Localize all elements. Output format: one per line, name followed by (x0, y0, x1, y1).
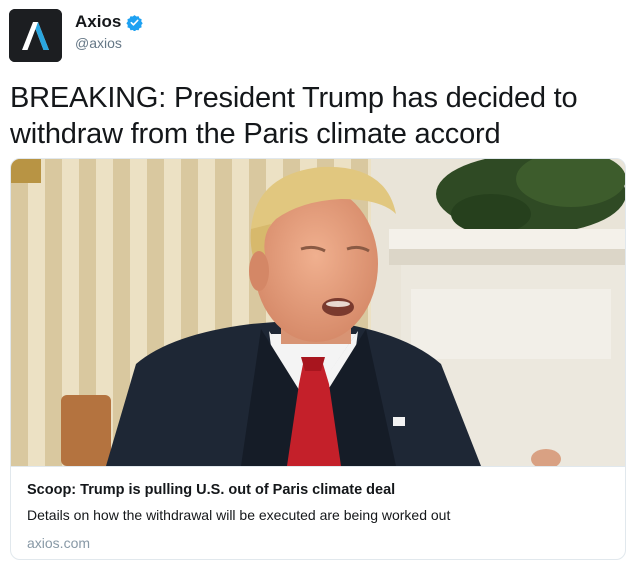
tweet-text: BREAKING: President Trump has decided to… (10, 82, 578, 150)
display-name[interactable]: Axios (75, 12, 121, 32)
handle[interactable]: @axios (75, 35, 143, 51)
card-image[interactable] (11, 159, 625, 466)
card-title[interactable]: Scoop: Trump is pulling U.S. out of Pari… (27, 481, 611, 499)
article-photo (11, 159, 625, 466)
axios-logo-icon (9, 9, 62, 62)
avatar[interactable] (9, 9, 62, 62)
tweet: Axios @axios BREAKING: President Trump h… (0, 0, 641, 573)
card-description: Details on how the withdrawal will be ex… (27, 507, 451, 523)
card-body: Scoop: Trump is pulling U.S. out of Pari… (11, 466, 625, 559)
account-info: Axios @axios (75, 11, 144, 51)
link-card[interactable]: Scoop: Trump is pulling U.S. out of Pari… (10, 158, 626, 560)
card-domain[interactable]: axios.com (27, 534, 611, 552)
name-row: Axios (75, 11, 144, 33)
verified-badge-icon (126, 14, 144, 31)
